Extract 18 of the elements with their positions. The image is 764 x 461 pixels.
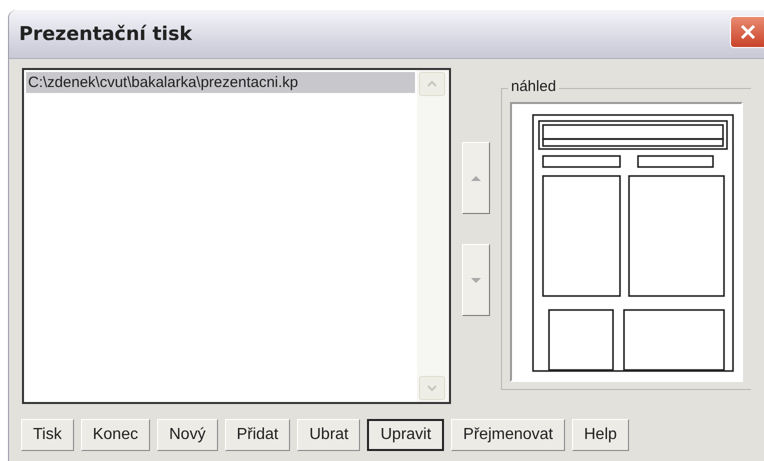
dialog-button[interactable]: Přejmenovat [451, 419, 565, 451]
move-up-button[interactable] [462, 142, 490, 214]
dialog-button[interactable]: Help [572, 419, 629, 451]
chevron-up-icon [427, 81, 437, 87]
dialog-button[interactable]: Nový [157, 419, 218, 451]
chevron-down-icon [427, 385, 437, 391]
file-list-item[interactable]: C:\zdenek\cvut\bakalarka\prezentacni.kp [26, 72, 415, 93]
dialog-button[interactable]: Tisk [21, 419, 74, 451]
close-button[interactable] [730, 16, 764, 48]
dialog-button[interactable]: Přidat [224, 419, 290, 451]
dialog-button[interactable]: Upravit [367, 419, 444, 451]
move-down-button[interactable] [462, 244, 490, 316]
dialog-button[interactable]: Konec [80, 419, 150, 451]
dialog-button[interactable]: Ubrat [297, 419, 360, 451]
up-triangle-icon [471, 176, 481, 180]
close-icon [738, 23, 756, 41]
down-triangle-icon [471, 278, 481, 282]
window-title: Prezentační tisk [19, 23, 192, 45]
